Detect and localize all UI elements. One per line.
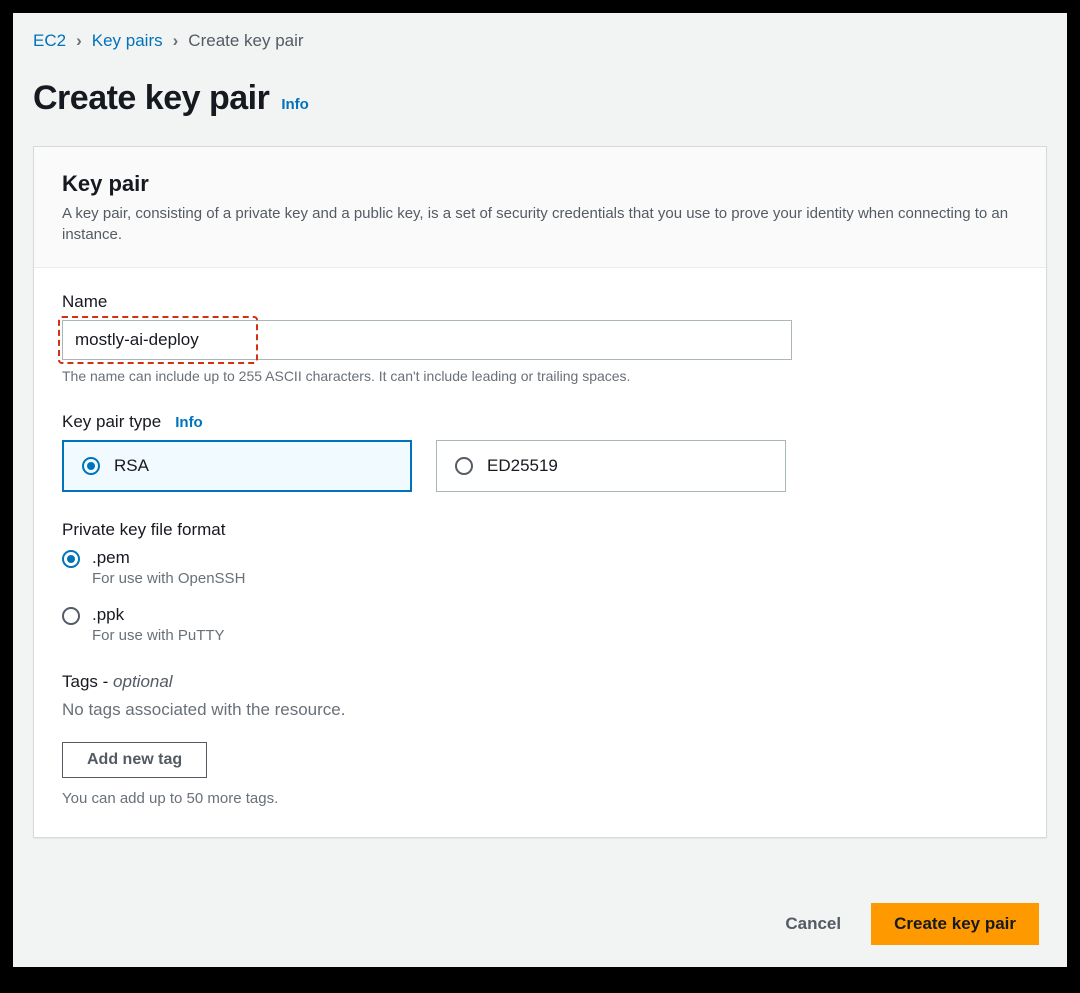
radio-icon <box>62 607 80 625</box>
radio-icon <box>62 550 80 568</box>
panel-description: A key pair, consisting of a private key … <box>62 203 1018 245</box>
keypair-panel: Key pair A key pair, consisting of a pri… <box>33 146 1047 838</box>
name-label: Name <box>62 292 1018 312</box>
tags-none-text: No tags associated with the resource. <box>62 700 1018 720</box>
info-link-type[interactable]: Info <box>175 414 203 431</box>
format-option-sub: For use with PuTTY <box>92 627 225 644</box>
format-option-label: .pem <box>92 548 245 568</box>
radio-icon <box>455 457 473 475</box>
tags-optional: optional <box>113 672 173 691</box>
panel-title: Key pair <box>62 171 1018 197</box>
format-option-sub: For use with OpenSSH <box>92 570 245 587</box>
breadcrumb-root[interactable]: EC2 <box>33 31 66 51</box>
page-title: Create key pair <box>33 79 269 118</box>
tags-hint: You can add up to 50 more tags. <box>62 790 1018 807</box>
breadcrumb-parent[interactable]: Key pairs <box>92 31 163 51</box>
format-option-pem[interactable]: .pem For use with OpenSSH <box>62 548 1018 587</box>
info-link[interactable]: Info <box>281 96 309 113</box>
create-keypair-button[interactable]: Create key pair <box>871 903 1039 945</box>
type-option-ed25519[interactable]: ED25519 <box>436 440 786 492</box>
type-label: Key pair type <box>62 412 161 432</box>
breadcrumb-current: Create key pair <box>188 31 303 51</box>
type-option-label: ED25519 <box>487 456 558 476</box>
type-option-label: RSA <box>114 456 149 476</box>
name-input[interactable] <box>62 320 792 360</box>
name-hint: The name can include up to 255 ASCII cha… <box>62 368 1018 384</box>
tags-header: Tags - <box>62 672 113 691</box>
cancel-button[interactable]: Cancel <box>775 904 851 944</box>
format-option-ppk[interactable]: .ppk For use with PuTTY <box>62 605 1018 644</box>
chevron-right-icon: › <box>76 31 82 51</box>
type-option-rsa[interactable]: RSA <box>62 440 412 492</box>
format-option-label: .ppk <box>92 605 225 625</box>
chevron-right-icon: › <box>173 31 179 51</box>
format-label: Private key file format <box>62 520 1018 540</box>
radio-icon <box>82 457 100 475</box>
breadcrumb: EC2 › Key pairs › Create key pair <box>33 31 1047 51</box>
add-tag-button[interactable]: Add new tag <box>62 742 207 778</box>
